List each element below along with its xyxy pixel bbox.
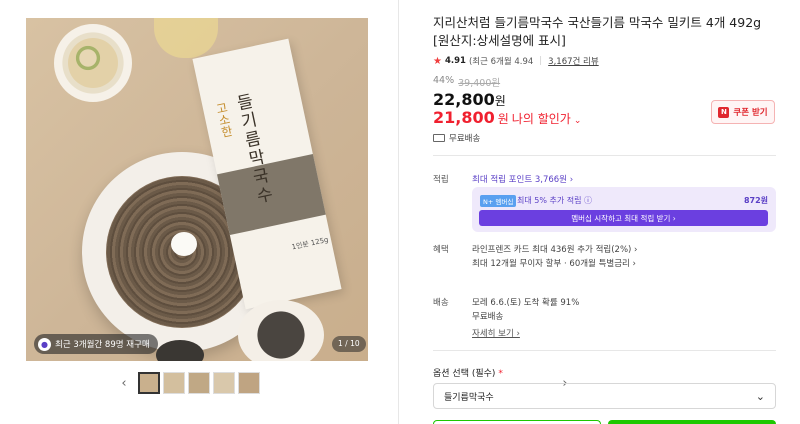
membership-text: 최대 5% 추가 적립 ⓘ [517, 196, 593, 205]
delivery-details-link[interactable]: 자세히 보기 › [472, 327, 520, 339]
image-page-indicator: 1 / 10 [332, 336, 366, 352]
original-price: 39,400원 [458, 78, 501, 89]
coupon-button[interactable]: N 쿠폰 받기 [711, 100, 775, 124]
repurchase-icon: ● [38, 337, 51, 351]
product-title: 지리산처럼 들기름막국수 국산들기름 막국수 밀키트 4개 492g [원산지:… [433, 15, 762, 48]
garnish-graphic [171, 232, 197, 256]
membership-start-button[interactable]: 멤버십 시작하고 최대 적립 받기 › [479, 210, 768, 226]
thumbnail-4[interactable] [213, 372, 235, 394]
rebuy-badge: ● 최근 3개월간 89명 재구매 [34, 334, 158, 354]
sale-price: 21,800 [433, 108, 495, 127]
points-label: 적립 [433, 175, 449, 185]
chevron-left-icon[interactable]: ‹ [118, 372, 130, 394]
option-selected-value: 들기름막국수 [444, 392, 494, 403]
thumbnail-strip: ‹ › [118, 371, 568, 395]
star-icon: ★ [433, 55, 442, 67]
thumbnail-1[interactable] [138, 372, 160, 394]
required-mark: * [498, 369, 503, 379]
main-product-image[interactable]: 고소한 들기름막국수 1인분 125g [26, 18, 368, 361]
price: 22,800 [433, 90, 495, 109]
chevron-down-icon: ⌄ [755, 389, 765, 403]
seasoning-bowl-graphic [54, 24, 132, 102]
membership-tag: N+ 멤버십 [480, 195, 517, 207]
price-unit: 원 [494, 94, 506, 108]
chevron-down-icon: ⌄ [573, 116, 582, 126]
benefit-installment[interactable]: 최대 12개월 무이자 할부 · 60개월 특별금리 › [472, 257, 636, 269]
option-label: 옵션 선택 (필수) * [433, 369, 503, 379]
free-shipping-row: 무료배송 [433, 132, 480, 144]
coupon-icon: N [718, 106, 730, 118]
delivery-label: 배송 [433, 298, 449, 308]
rebuy-text: 최근 3개월간 89명 재구매 [55, 340, 150, 350]
truck-icon [433, 134, 445, 142]
rating-score: 4.91 [444, 56, 466, 66]
coupon-label: 쿠폰 받기 [733, 108, 768, 118]
sale-price-row[interactable]: 21,800 원 나의 할인가 ⌄ [433, 108, 581, 127]
oil-bowl-graphic [154, 18, 218, 58]
max-points-link[interactable]: 최대 적립 포인트 3,766원 › [472, 173, 573, 185]
membership-amount: 872원 [743, 196, 768, 205]
package-weight: 1인분 125g [290, 235, 330, 252]
benefit-label: 혜택 [433, 245, 449, 255]
buy-button[interactable] [608, 420, 776, 424]
review-count-link[interactable]: 3,167건 리뷰 [548, 55, 599, 67]
free-shipping-text: 무료배송 [449, 134, 481, 144]
discount-percent: 44% [433, 75, 455, 86]
cart-button[interactable] [433, 420, 601, 424]
thumbnail-5[interactable] [238, 372, 260, 394]
option-select[interactable]: 들기름막국수 ⌄ [433, 383, 776, 409]
section-divider [433, 350, 776, 351]
column-divider [398, 0, 399, 424]
recent-rating: (최근 6개월 4.94 [468, 57, 534, 67]
price-row: 22,800원 [433, 90, 506, 109]
rating-row: ★ 4.91 (최근 6개월 4.94 | 3,167건 리뷰 [433, 55, 599, 68]
discount-row: 44% 39,400원 [433, 75, 500, 89]
thumbnail-3[interactable] [188, 372, 210, 394]
delivery-fee: 무료배송 [472, 312, 504, 322]
sale-label: 나의 할인가 [511, 112, 571, 126]
delivery-arrival: 모레 6.6.(토) 도착 확률 91% [472, 298, 580, 308]
sale-unit: 원 [497, 112, 509, 126]
perilla-seed-bowl-graphic [238, 300, 324, 361]
thumbnail-2[interactable] [163, 372, 185, 394]
section-divider [433, 155, 776, 156]
benefit-card-points[interactable]: 라인프렌즈 카드 최대 436원 추가 적립(2%) › [472, 243, 637, 255]
